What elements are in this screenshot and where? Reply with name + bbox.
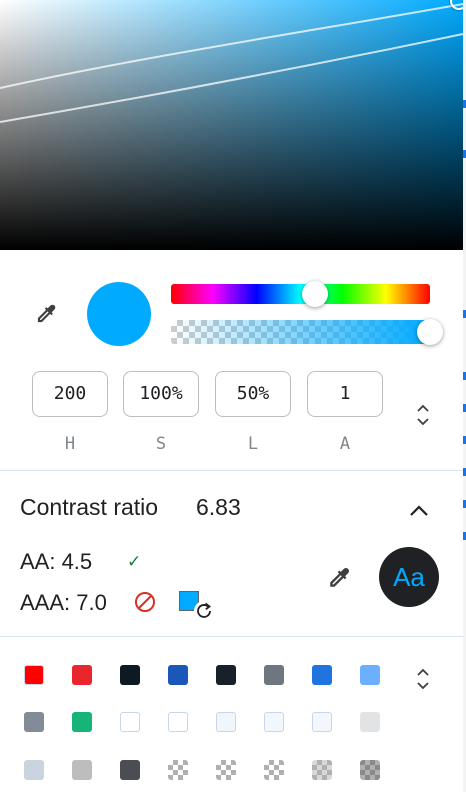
hue-input[interactable]: 200 (32, 371, 108, 417)
lightness-input[interactable]: 50% (215, 371, 291, 417)
palette-swatch[interactable] (168, 760, 188, 780)
palette-swatch[interactable] (72, 760, 92, 780)
palette-swatch[interactable] (312, 712, 332, 732)
hue-slider[interactable] (171, 284, 430, 304)
format-toggle-button[interactable] (409, 398, 437, 432)
alpha-input[interactable]: 1 (307, 371, 383, 417)
palette-swatch[interactable] (216, 760, 236, 780)
palette-swatch[interactable] (24, 665, 44, 685)
saturation-lightness-area[interactable] (0, 0, 463, 250)
contrast-ratio-value: 6.83 (196, 494, 241, 520)
palette-swatch[interactable] (360, 712, 380, 732)
contrast-preview: Aa (379, 547, 439, 607)
palette-swatch[interactable] (216, 712, 236, 732)
chevron-up-icon (410, 505, 428, 516)
refresh-icon[interactable] (193, 600, 215, 622)
color-picker-panel: 200 100% 50% 1 H S L A Contrast ratio 6.… (0, 0, 463, 792)
palette-swatch[interactable] (72, 665, 92, 685)
palette-swatch[interactable] (264, 665, 284, 685)
palette-swatch[interactable] (24, 760, 44, 780)
saturation-label: S (155, 434, 167, 454)
palette-swatch[interactable] (120, 665, 140, 685)
eyedropper-icon (330, 567, 350, 587)
up-down-chevron-icon (417, 404, 429, 426)
alpha-slider[interactable] (171, 320, 430, 344)
palette-swatch[interactable] (264, 712, 284, 732)
palette-swatch[interactable] (120, 760, 140, 780)
palette-swatch[interactable] (24, 712, 44, 732)
palette-swatch[interactable] (312, 665, 332, 685)
palette-swatch[interactable] (72, 712, 92, 732)
saturation-input[interactable]: 100% (123, 371, 199, 417)
palette-swatch[interactable] (216, 665, 236, 685)
eyedropper-button[interactable] (30, 298, 62, 330)
palette-swatch[interactable] (264, 760, 284, 780)
contrast-collapse-button[interactable] (404, 498, 434, 524)
checkmark-icon: ✓ (127, 552, 142, 571)
palette-toggle-button[interactable] (409, 663, 437, 695)
palette-swatch[interactable] (168, 665, 188, 685)
up-down-chevron-icon (417, 668, 429, 690)
hue-slider-thumb[interactable] (302, 281, 328, 307)
eyedropper-icon (37, 304, 56, 323)
palette-swatch[interactable] (312, 760, 332, 780)
lightness-label: L (247, 434, 259, 454)
current-color-swatch (87, 282, 151, 346)
aa-threshold: AA: 4.5 (20, 549, 93, 574)
section-divider (0, 470, 463, 471)
section-divider (0, 636, 463, 637)
background-eyedropper-button[interactable] (322, 561, 356, 595)
palette-swatch[interactable] (120, 712, 140, 732)
palette-swatch[interactable] (360, 760, 380, 780)
contrast-ratio-title: Contrast ratio (20, 494, 159, 520)
hue-label: H (64, 434, 76, 454)
color-space-boundary-lines (0, 3, 463, 123)
no-entry-icon (135, 592, 155, 612)
alpha-slider-thumb[interactable] (417, 319, 443, 345)
alpha-label: A (339, 434, 351, 454)
palette-swatch[interactable] (360, 665, 380, 685)
palette-swatch[interactable] (168, 712, 188, 732)
aaa-threshold: AAA: 7.0 (20, 590, 107, 615)
